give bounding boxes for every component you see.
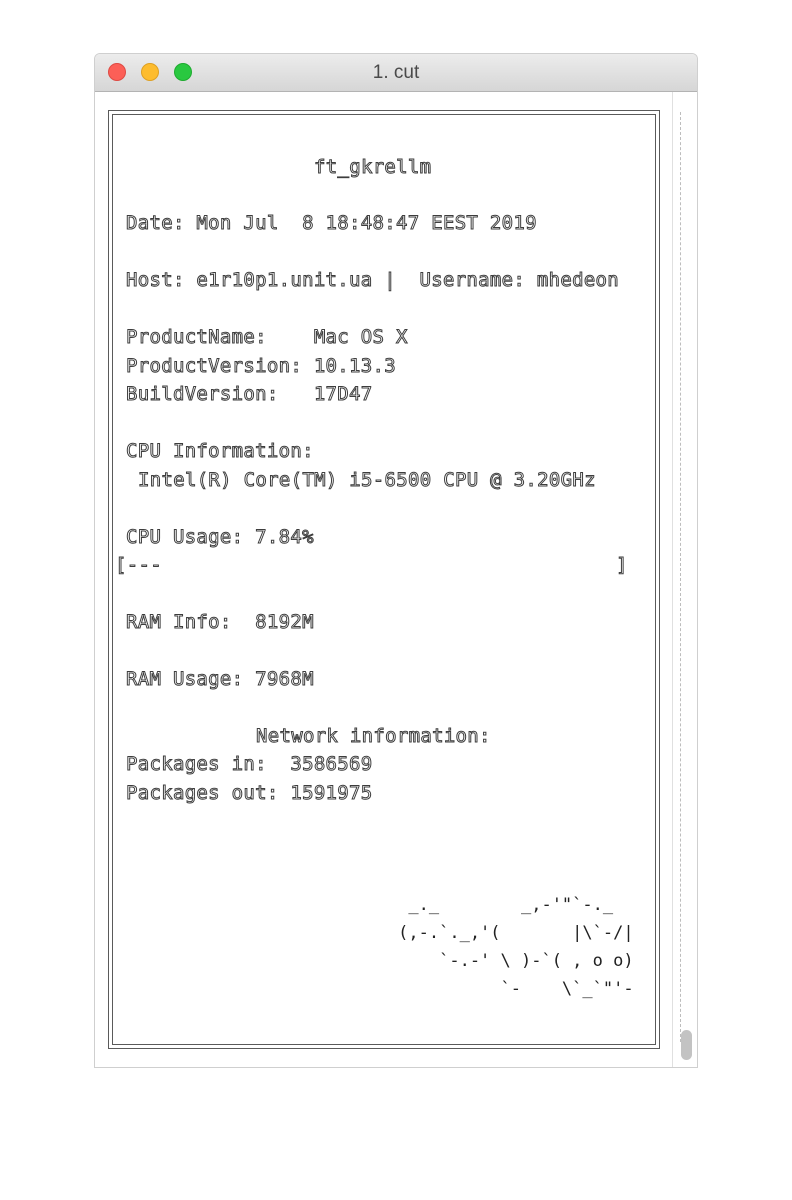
ram-usage-line: RAM Usage: 7968M xyxy=(126,668,315,691)
scrollbar-dashes xyxy=(680,112,681,1042)
terminal-screen[interactable]: ft_gkrellm Date: Mon Jul 8 18:48:47 EEST… xyxy=(108,110,660,1049)
cpu-usage-bar-open: [--- xyxy=(115,554,163,577)
packages-in-line: Packages in: 3586569 xyxy=(126,753,373,776)
cpu-info-header: CPU Information: xyxy=(126,440,315,463)
scrollbar-thumb[interactable] xyxy=(681,1030,692,1060)
app-name: ft_gkrellm xyxy=(313,156,432,179)
ascii-cat-art: _._ _,-'"`-._ (,-.`._,'( |\`-/| `-.-' \ … xyxy=(398,895,634,999)
title-bar[interactable]: 1. cut xyxy=(95,54,697,92)
vertical-scrollbar[interactable] xyxy=(672,92,697,1067)
terminal-window: 1. cut ft_gkrellm Date: Mon Jul 8 18:48:… xyxy=(95,54,697,1067)
network-header: Network information: xyxy=(256,725,491,748)
build-version-line: BuildVersion: 17D47 xyxy=(126,383,373,406)
cpu-usage-bar-close: ] xyxy=(616,554,628,577)
ram-info-line: RAM Info: 8192M xyxy=(126,611,315,634)
product-name-line: ProductName: Mac OS X xyxy=(126,326,408,349)
packages-out-line: Packages out: 1591975 xyxy=(126,782,373,805)
product-version-line: ProductVersion: 10.13.3 xyxy=(126,355,397,378)
cpu-model: Intel(R) Core(TM) i5-6500 CPU @ 3.20GHz xyxy=(138,469,597,492)
cpu-usage-line: CPU Usage: 7.84% xyxy=(126,526,315,549)
host-line: Host: e1r10p1.unit.ua | Username: mhedeo… xyxy=(125,269,620,292)
window-title: 1. cut xyxy=(372,62,420,83)
date-line: Date: Mon Jul 8 18:48:47 EEST 2019 xyxy=(126,212,538,235)
